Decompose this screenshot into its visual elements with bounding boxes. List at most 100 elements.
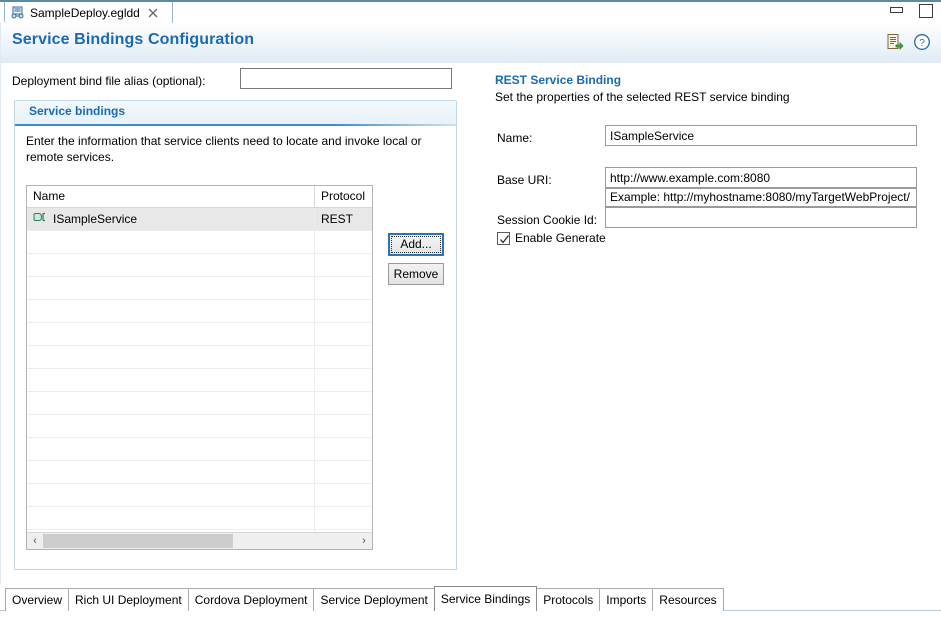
page-tab-label: Resources [659, 593, 717, 607]
column-header-protocol[interactable]: Protocol [315, 186, 372, 207]
service-binding-icon [32, 212, 47, 226]
page-title: Service Bindings Configuration [12, 31, 255, 48]
name-input[interactable] [605, 125, 917, 146]
table-cell-name [27, 415, 315, 437]
table-cell-protocol [315, 323, 372, 345]
service-bindings-table[interactable]: Name Protocol ISampleService REST ‹ › [26, 185, 373, 550]
table-cell-protocol [315, 392, 372, 414]
table-cell-name [27, 254, 315, 276]
svg-text:?: ? [919, 38, 925, 49]
rest-binding-title: REST Service Binding [495, 73, 622, 87]
table-cell-name [27, 392, 315, 414]
table-row-empty[interactable] [27, 461, 372, 484]
table-row-empty[interactable] [27, 346, 372, 369]
base-uri-input[interactable] [605, 167, 917, 188]
table-cell-protocol [315, 277, 372, 299]
minimize-button[interactable] [888, 3, 906, 19]
page-tab-overview[interactable]: Overview [5, 588, 70, 611]
section-title: Service bindings [29, 104, 126, 118]
table-cell-protocol [315, 231, 372, 253]
page-tab-label: Cordova Deployment [194, 593, 308, 607]
page-tab-protocols[interactable]: Protocols [536, 588, 601, 611]
table-row-empty[interactable] [27, 415, 372, 438]
table-cell-name [27, 369, 315, 391]
table-row-empty[interactable] [27, 323, 372, 346]
session-cookie-id-input[interactable] [605, 207, 917, 228]
page-tab-rich-ui-deployment[interactable]: Rich UI Deployment [68, 588, 189, 611]
table-cell-name [27, 507, 315, 529]
page-tab-service-deployment[interactable]: Service Deployment [313, 588, 435, 611]
window-left-edge [0, 23, 1, 584]
table-cell-protocol [315, 438, 372, 460]
base-uri-label: Base URI: [497, 173, 552, 187]
form-header-tools: ? [886, 33, 931, 54]
table-cell-name [27, 231, 315, 253]
page-tab-label: Imports [606, 593, 647, 607]
remove-button[interactable]: Remove [388, 263, 444, 285]
table-horizontal-scrollbar[interactable]: ‹ › [27, 532, 372, 549]
deployment-bind-file-alias-input[interactable] [240, 68, 452, 89]
table-cell-name [27, 346, 315, 368]
scroll-left-arrow-icon[interactable]: ‹ [27, 533, 43, 549]
table-row-empty[interactable] [27, 277, 372, 300]
table-row-empty[interactable] [27, 507, 372, 530]
enable-generate-row[interactable]: Enable Generate [497, 231, 606, 245]
help-icon[interactable]: ? [913, 33, 931, 54]
enable-generate-checkbox[interactable] [497, 231, 510, 245]
editor-tab-strip: SampleDeploy.egldd [0, 0, 941, 23]
column-header-name[interactable]: Name [27, 186, 315, 207]
page-tab-label: Rich UI Deployment [75, 593, 182, 607]
page-tab-resources[interactable]: Resources [652, 588, 724, 611]
page-tab-service-bindings[interactable]: Service Bindings [433, 586, 538, 612]
enable-generate-label: Enable Generate [515, 231, 606, 245]
table-cell-name [27, 484, 315, 506]
base-uri-hint: Example: http://myhostname:8080/myTarget… [605, 188, 917, 207]
table-row-empty[interactable] [27, 392, 372, 415]
page-tab-imports[interactable]: Imports [599, 588, 654, 611]
table-cell-name [27, 438, 315, 460]
editor-tab-strip-spacer [159, 2, 173, 23]
export-source-icon[interactable] [886, 33, 904, 54]
table-cell-protocol [315, 300, 372, 322]
table-row-empty[interactable] [27, 231, 372, 254]
scrollbar-thumb[interactable] [43, 534, 233, 548]
scroll-right-arrow-icon[interactable]: › [356, 533, 372, 549]
editor-tab-sampledeploy[interactable]: SampleDeploy.egldd [4, 2, 166, 23]
add-button[interactable]: Add... [388, 233, 444, 256]
scrollbar-track[interactable] [43, 533, 356, 549]
maximize-button[interactable] [917, 3, 935, 19]
table-row-empty[interactable] [27, 484, 372, 507]
page-tab-label: Protocols [543, 593, 594, 607]
table-cell-protocol [315, 507, 372, 529]
table-row-empty[interactable] [27, 300, 372, 323]
table-cell-protocol [315, 461, 372, 483]
page-tab-cordova-deployment[interactable]: Cordova Deployment [187, 588, 315, 611]
editor-tab-label: SampleDeploy.egldd [30, 5, 140, 20]
page-tabs-list: Overview Rich UI Deployment Cordova Deploy… [5, 586, 724, 612]
session-cookie-id-label: Session Cookie Id: [497, 213, 598, 227]
table-cell-protocol [315, 415, 372, 437]
table-body: ISampleService REST [27, 208, 372, 549]
table-header-row: Name Protocol [27, 186, 372, 208]
checkmark-icon [500, 234, 510, 244]
table-row[interactable]: ISampleService REST [27, 208, 372, 231]
page-tab-label: Service Bindings [440, 592, 531, 606]
table-cell-name: ISampleService [27, 208, 315, 230]
close-icon[interactable] [147, 7, 159, 19]
table-row-empty[interactable] [27, 438, 372, 461]
table-row-empty[interactable] [27, 254, 372, 277]
form-header: Service Bindings Configuration ? [0, 23, 941, 64]
page-tab-label: Service Deployment [320, 593, 428, 607]
table-cell-protocol [315, 369, 372, 391]
table-empty-rows [27, 231, 372, 549]
section-underline [15, 124, 456, 126]
deployment-descriptor-icon [10, 5, 26, 21]
alias-label: Deployment bind file alias (optional): [12, 74, 206, 88]
table-row-empty[interactable] [27, 369, 372, 392]
add-button-focus-ring [391, 236, 441, 253]
section-description: Enter the information that service clien… [26, 134, 422, 164]
rest-service-binding-pane: REST Service Binding Set the properties … [487, 63, 937, 584]
service-bindings-section: Service bindings Enter the information t… [14, 100, 457, 570]
rest-binding-description: Set the properties of the selected REST … [495, 90, 790, 104]
main-body: Deployment bind file alias (optional): S… [0, 63, 941, 584]
